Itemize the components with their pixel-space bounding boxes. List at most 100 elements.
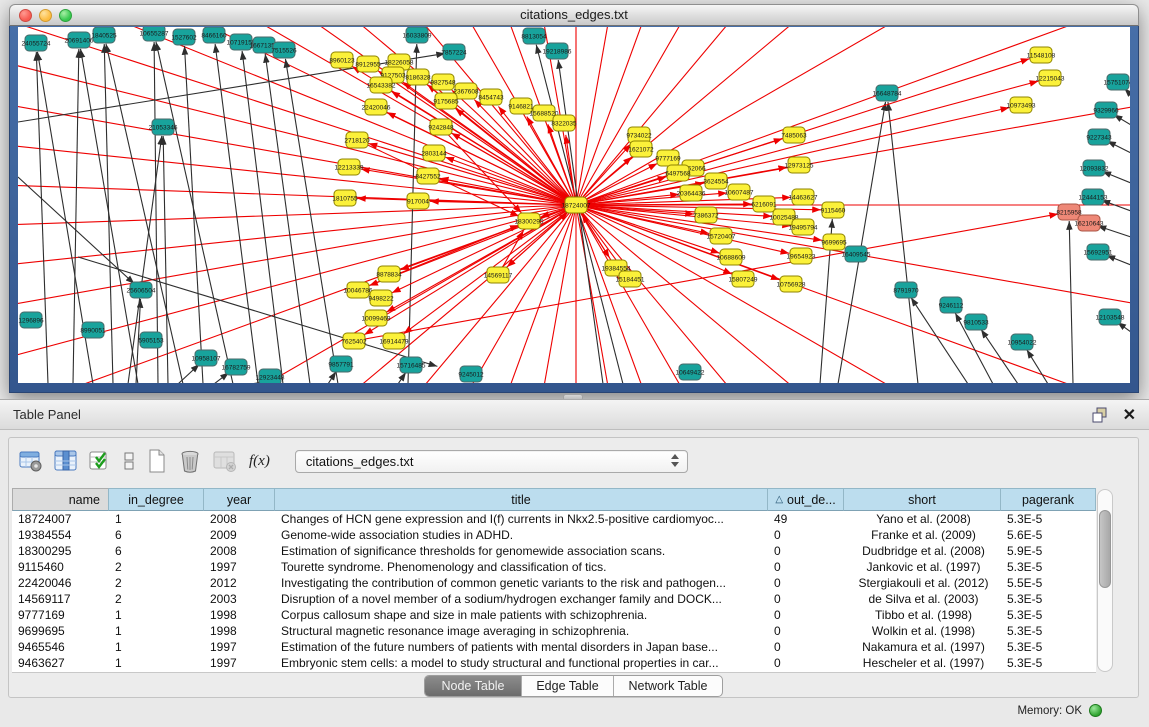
table-cell[interactable]: 14569117 bbox=[12, 591, 109, 607]
graph-node[interactable]: 7625402 bbox=[341, 333, 367, 349]
table-cell[interactable]: Hescheler et al. (1997) bbox=[844, 655, 1001, 671]
graph-node[interactable]: 9175685 bbox=[433, 93, 459, 109]
column-header-name[interactable]: name bbox=[12, 488, 109, 511]
table-row[interactable]: 1456911722003Disruption of a novel membe… bbox=[12, 591, 1096, 607]
graph-node[interactable]: 9810533 bbox=[963, 314, 989, 330]
graph-node[interactable]: 8791970 bbox=[893, 282, 919, 298]
graph-node[interactable]: 8960123 bbox=[329, 52, 355, 68]
graph-node[interactable]: 9699695 bbox=[821, 234, 847, 250]
close-panel-icon[interactable]: ✕ bbox=[1123, 405, 1136, 425]
column-header-in_degree[interactable]: in_degree bbox=[109, 488, 204, 511]
graph-node[interactable]: 16782759 bbox=[222, 359, 251, 375]
graph-node[interactable]: 16648784 bbox=[873, 85, 902, 101]
memory-ok-indicator[interactable] bbox=[1089, 704, 1102, 717]
delete-table-icon[interactable] bbox=[177, 447, 203, 475]
graph-node[interactable]: 14463627 bbox=[789, 189, 818, 205]
graph-node[interactable]: 9827548 bbox=[430, 74, 456, 90]
table-cell[interactable]: 2 bbox=[109, 591, 204, 607]
column-header-year[interactable]: year bbox=[204, 488, 275, 511]
table-cell[interactable]: Disruption of a novel member of a sodium… bbox=[275, 591, 768, 607]
table-row[interactable]: 2242004622012Investigating the contribut… bbox=[12, 575, 1096, 591]
table-cell[interactable]: 0 bbox=[768, 559, 844, 575]
graph-node[interactable]: 7857224 bbox=[441, 44, 467, 60]
graph-node[interactable]: 8466160 bbox=[201, 27, 227, 43]
function-builder-icon[interactable]: f(x) bbox=[247, 447, 272, 475]
tab-edge-table[interactable]: Edge Table bbox=[522, 676, 614, 696]
table-settings-icon[interactable] bbox=[18, 447, 44, 475]
graph-node[interactable]: 11548108 bbox=[1027, 47, 1056, 63]
table-cell[interactable]: 22420046 bbox=[12, 575, 109, 591]
graph-node[interactable]: 14569117 bbox=[484, 267, 513, 283]
table-cell[interactable]: 5.9E-5 bbox=[1001, 543, 1096, 559]
table-cell[interactable]: 5.3E-5 bbox=[1001, 655, 1096, 671]
graph-node[interactable]: 8990051 bbox=[80, 322, 106, 338]
table-cell[interactable]: Structural magnetic resonance image aver… bbox=[275, 623, 768, 639]
graph-node[interactable]: 1621072 bbox=[628, 141, 654, 157]
graph-node[interactable]: 18300295 bbox=[515, 213, 544, 229]
minimize-window-icon[interactable] bbox=[39, 9, 52, 22]
graph-node[interactable]: 8454743 bbox=[478, 89, 504, 105]
graph-node[interactable]: 7386372 bbox=[693, 207, 719, 223]
float-panel-icon[interactable] bbox=[1091, 406, 1109, 424]
table-cell[interactable]: 0 bbox=[768, 639, 844, 655]
graph-node[interactable]: 5905153 bbox=[138, 332, 164, 348]
graph-node[interactable]: 15751074 bbox=[1104, 74, 1130, 90]
graph-node[interactable]: 15716485 bbox=[397, 357, 426, 373]
graph-node[interactable]: 12215043 bbox=[1036, 70, 1065, 86]
table-row[interactable]: 946554611997Estimation of the future num… bbox=[12, 639, 1096, 655]
table-cell[interactable]: 5.3E-5 bbox=[1001, 559, 1096, 575]
table-cell[interactable]: 5.3E-5 bbox=[1001, 511, 1096, 527]
table-cell[interactable]: 1 bbox=[109, 623, 204, 639]
table-cell[interactable]: 2008 bbox=[204, 543, 275, 559]
table-cell[interactable]: Jankovic et al. (1997) bbox=[844, 559, 1001, 575]
graph-node[interactable]: 12444153 bbox=[1079, 189, 1108, 205]
table-cell[interactable]: 5.3E-5 bbox=[1001, 607, 1096, 623]
graph-node[interactable]: 10099469 bbox=[362, 310, 391, 326]
table-cell[interactable]: 5.5E-5 bbox=[1001, 575, 1096, 591]
table-vertical-scrollbar[interactable] bbox=[1097, 489, 1113, 672]
graph-node[interactable]: 12973125 bbox=[785, 157, 814, 173]
table-cell[interactable]: 49 bbox=[768, 511, 844, 527]
graph-node[interactable]: 8813054 bbox=[521, 28, 547, 44]
table-cell[interactable]: 0 bbox=[768, 591, 844, 607]
column-header-title[interactable]: title bbox=[275, 488, 768, 511]
table-cell[interactable]: Corpus callosum shape and size in male p… bbox=[275, 607, 768, 623]
graph-node[interactable]: 9115460 bbox=[821, 202, 846, 218]
graph-node[interactable]: 1527602 bbox=[171, 29, 197, 45]
zoom-window-icon[interactable] bbox=[59, 9, 72, 22]
graph-node[interactable]: 24055724 bbox=[22, 35, 51, 51]
table-cell[interactable]: Changes of HCN gene expression and I(f) … bbox=[275, 511, 768, 527]
graph-node[interactable]: 10607487 bbox=[725, 184, 754, 200]
graph-node[interactable]: 10958107 bbox=[192, 350, 221, 366]
graph-node[interactable]: 9242848 bbox=[428, 119, 454, 135]
graph-node[interactable]: 1296896 bbox=[18, 312, 44, 328]
graph-node[interactable]: 8912955 bbox=[355, 56, 381, 72]
graph-node[interactable]: 2718120 bbox=[344, 132, 370, 148]
graph-node[interactable]: 3624554 bbox=[703, 173, 729, 189]
network-graph[interactable]: 8960123891295518226058912750316543382818… bbox=[18, 27, 1130, 383]
table-cell[interactable]: 6 bbox=[109, 543, 204, 559]
graph-node[interactable]: 9857791 bbox=[328, 356, 354, 372]
column-preferences-icon[interactable] bbox=[53, 447, 79, 475]
table-cell[interactable]: Estimation of the future numbers of pati… bbox=[275, 639, 768, 655]
graph-node[interactable]: 12103548 bbox=[1096, 309, 1125, 325]
select-rows-icon[interactable] bbox=[88, 447, 112, 475]
table-cell[interactable]: 19384554 bbox=[12, 527, 109, 543]
graph-node[interactable]: 6497568 bbox=[665, 165, 691, 181]
graph-node[interactable]: 8878834 bbox=[376, 266, 402, 282]
table-cell[interactable]: 2009 bbox=[204, 527, 275, 543]
table-cell[interactable]: 0 bbox=[768, 527, 844, 543]
close-window-icon[interactable] bbox=[19, 9, 32, 22]
table-cell[interactable]: 1 bbox=[109, 655, 204, 671]
table-cell[interactable]: Franke et al. (2009) bbox=[844, 527, 1001, 543]
table-cell[interactable]: 1 bbox=[109, 511, 204, 527]
table-row[interactable]: 969969511998Structural magnetic resonanc… bbox=[12, 623, 1096, 639]
table-cell[interactable]: 9777169 bbox=[12, 607, 109, 623]
graph-node[interactable]: 9246112 bbox=[939, 297, 964, 313]
tab-node-table[interactable]: Node Table bbox=[425, 676, 522, 696]
table-cell[interactable]: 9699695 bbox=[12, 623, 109, 639]
table-cell[interactable]: 1997 bbox=[204, 655, 275, 671]
new-document-icon[interactable] bbox=[146, 447, 168, 475]
table-cell[interactable]: 2012 bbox=[204, 575, 275, 591]
tab-network-table[interactable]: Network Table bbox=[614, 676, 722, 696]
